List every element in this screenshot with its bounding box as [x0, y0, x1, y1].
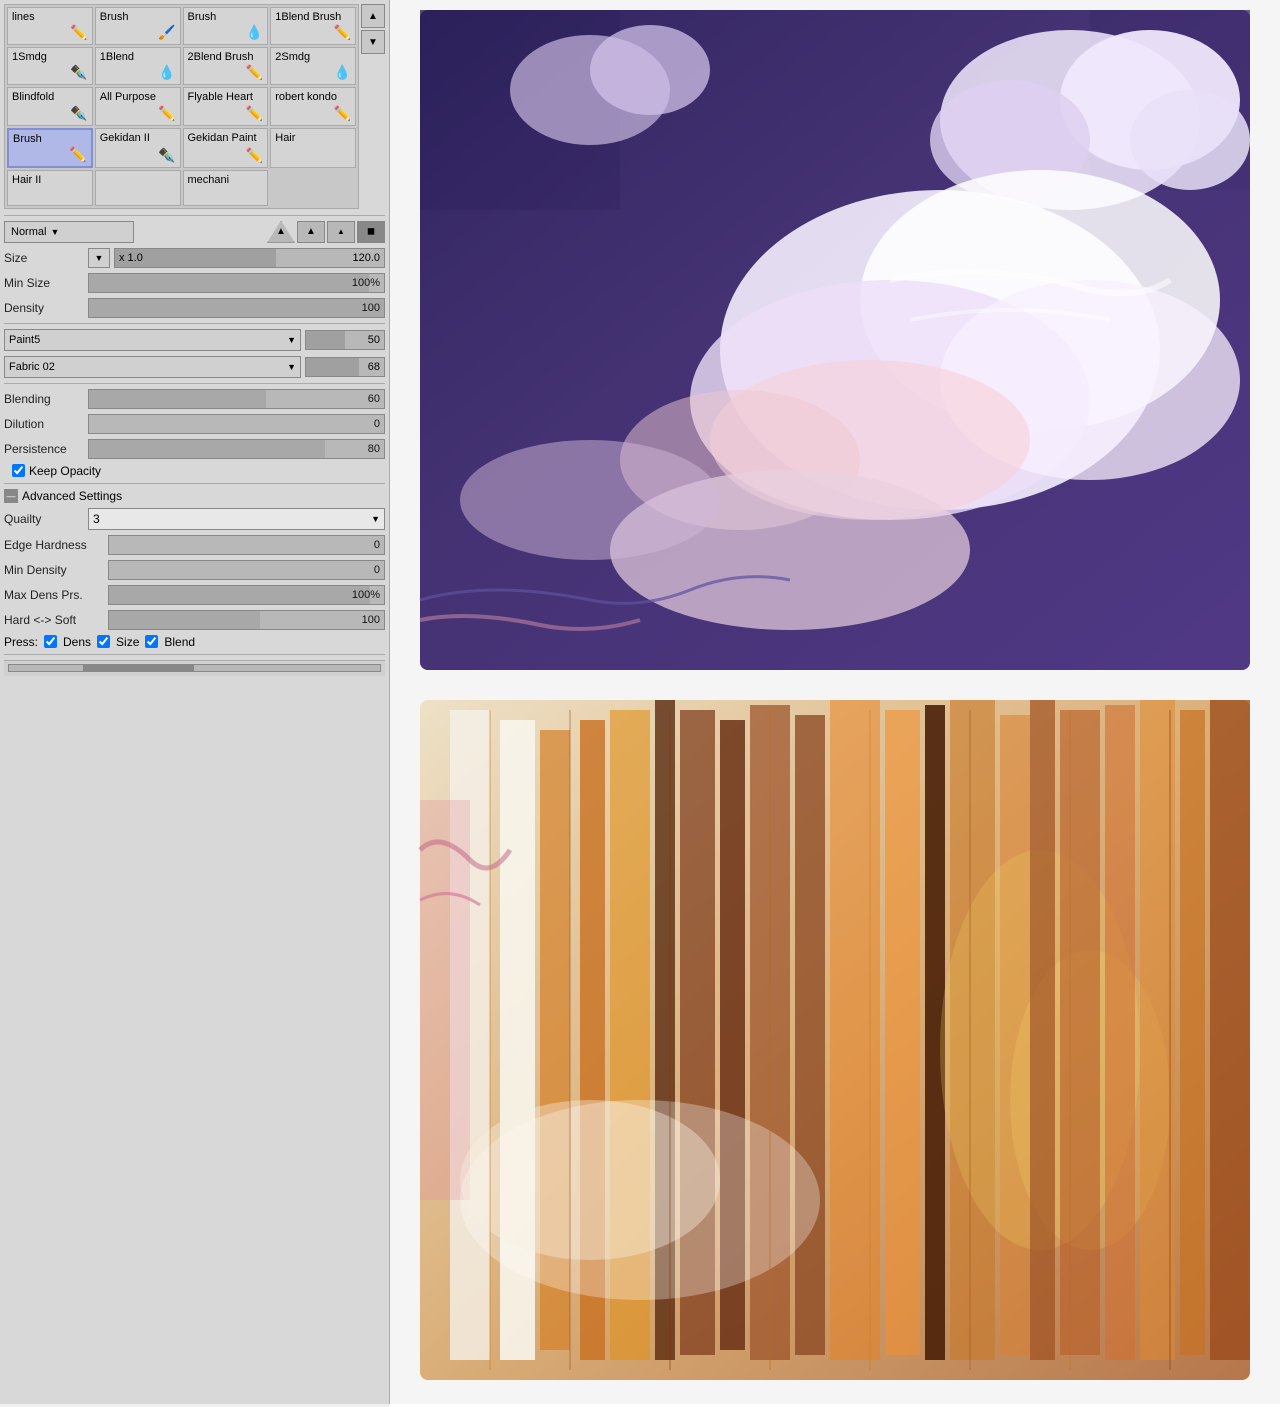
brush-item-mechani[interactable]: mechani	[183, 170, 269, 206]
hard-soft-slider[interactable]: 100	[108, 610, 385, 630]
brush-item-1blend[interactable]: 1Blend 💧	[95, 47, 181, 85]
blend-mode-row: Normal ▼ ▲ ▲ ▲ ◼	[4, 221, 385, 243]
size-dropdown-btn[interactable]: ▼	[88, 248, 110, 268]
edge-hardness-row: Edge Hardness 0	[4, 535, 385, 555]
brush-item-hair-ii[interactable]: Hair II	[7, 170, 93, 206]
advanced-settings-header[interactable]: — Advanced Settings	[4, 489, 385, 503]
collapse-btn[interactable]: —	[4, 489, 18, 503]
press-row: Press: Dens Size Blend	[4, 635, 385, 649]
scroll-track[interactable]	[8, 664, 381, 672]
bottom-scroll[interactable]	[4, 660, 385, 676]
divider-1	[4, 215, 385, 216]
brush-item-gekidan-ii[interactable]: Gekidan II ✒️	[95, 128, 181, 168]
shape-btn-3[interactable]: ▲	[327, 221, 355, 243]
fabric02-slider[interactable]: 68	[305, 357, 385, 377]
brush-item-1smdg[interactable]: 1Smdg ✒️	[7, 47, 93, 85]
press-dens-checkbox[interactable]	[44, 635, 57, 648]
fabric02-row: Fabric 02 ▼ 68	[4, 356, 385, 378]
fabric02-dropdown[interactable]: Fabric 02 ▼	[4, 356, 301, 378]
brush-item-robert-kondo[interactable]: robert kondo ✏️	[270, 87, 356, 125]
brush-scroll-down[interactable]: ▼	[361, 30, 385, 54]
quality-row: Quailty 3 ▼	[4, 508, 385, 530]
quality-input[interactable]: 3 ▼	[88, 508, 385, 530]
shape-btn-2[interactable]: ▲	[297, 221, 325, 243]
keep-opacity-row: Keep Opacity	[4, 464, 385, 478]
paint5-dropdown[interactable]: Paint5 ▼	[4, 329, 301, 351]
scroll-thumb	[83, 665, 194, 671]
brush-item-brush2[interactable]: Brush 💧	[183, 7, 269, 45]
blend-mode-arrow: ▼	[50, 227, 59, 237]
paint5-slider[interactable]: 50	[305, 330, 385, 350]
brush-item-2smdg[interactable]: 2Smdg 💧	[270, 47, 356, 85]
advanced-settings-label: Advanced Settings	[22, 489, 122, 503]
press-dens-label: Dens	[63, 635, 91, 649]
canvas-area[interactable]	[390, 0, 1280, 1407]
dilution-slider[interactable]: 0	[88, 414, 385, 434]
max-dens-prs-slider[interactable]: 100%	[108, 585, 385, 605]
paint5-row: Paint5 ▼ 50	[4, 329, 385, 351]
divider-5	[4, 654, 385, 655]
min-size-slider[interactable]: 100%	[88, 273, 385, 293]
density-slider[interactable]: 100	[88, 298, 385, 318]
brush-item-empty	[95, 170, 181, 206]
size-row: Size ▼ x 1.0 120.0	[4, 248, 385, 268]
density-row: Density 100	[4, 298, 385, 318]
brush-item-lines[interactable]: lines ✏️	[7, 7, 93, 45]
brush-item-blindfold[interactable]: Blindfold ✒️	[7, 87, 93, 125]
press-label: Press:	[4, 635, 38, 649]
divider-2	[4, 323, 385, 324]
brush-item-gekidan-paint[interactable]: Gekidan Paint ✏️	[183, 128, 269, 168]
press-size-checkbox[interactable]	[97, 635, 110, 648]
brush-item-hair[interactable]: Hair	[270, 128, 356, 168]
persistence-slider[interactable]: 80	[88, 439, 385, 459]
min-density-slider[interactable]: 0	[108, 560, 385, 580]
press-size-label: Size	[116, 635, 139, 649]
blending-row: Blending 60	[4, 389, 385, 409]
press-blend-checkbox[interactable]	[145, 635, 158, 648]
edge-hardness-slider[interactable]: 0	[108, 535, 385, 555]
brush-item-brush1[interactable]: Brush 🖌️	[95, 7, 181, 45]
min-size-row: Min Size 100%	[4, 273, 385, 293]
size-slider[interactable]: x 1.0 120.0	[114, 248, 385, 268]
brush-scroll-buttons: ▲ ▼	[361, 4, 385, 209]
divider-4	[4, 483, 385, 484]
brush-item-1blend-brush[interactable]: 1Blend Brush ✏️	[270, 7, 356, 45]
brush-settings-panel: lines ✏️ Brush 🖌️ Brush 💧 1Blend Brush ✏…	[0, 0, 390, 1404]
brush-scroll-up[interactable]: ▲	[361, 4, 385, 28]
brush-item-brush-selected[interactable]: Brush ✏️	[7, 128, 93, 168]
keep-opacity-checkbox[interactable]	[12, 464, 25, 477]
brush-item-2blend-brush[interactable]: 2Blend Brush ✏️	[183, 47, 269, 85]
shape-btn-1[interactable]: ▲	[267, 221, 295, 243]
hard-soft-row: Hard <-> Soft 100	[4, 610, 385, 630]
brush-item-flyable-heart[interactable]: Flyable Heart ✏️	[183, 87, 269, 125]
brush-grid-wrapper: lines ✏️ Brush 🖌️ Brush 💧 1Blend Brush ✏…	[4, 4, 385, 209]
painting-artwork	[390, 0, 1280, 1404]
max-dens-prs-row: Max Dens Prs. 100%	[4, 585, 385, 605]
blend-mode-dropdown[interactable]: Normal ▼	[4, 221, 134, 243]
min-density-row: Min Density 0	[4, 560, 385, 580]
dilution-row: Dilution 0	[4, 414, 385, 434]
divider-3	[4, 383, 385, 384]
persistence-row: Persistence 80	[4, 439, 385, 459]
press-blend-label: Blend	[164, 635, 195, 649]
shape-btn-4[interactable]: ◼	[357, 221, 385, 243]
brush-item-all-purpose[interactable]: All Purpose ✏️	[95, 87, 181, 125]
brush-grid: lines ✏️ Brush 🖌️ Brush 💧 1Blend Brush ✏…	[4, 4, 359, 209]
quality-dropdown-arrow: ▼	[371, 514, 380, 524]
blending-slider[interactable]: 60	[88, 389, 385, 409]
shape-buttons: ▲ ▲ ▲ ◼	[267, 221, 385, 243]
